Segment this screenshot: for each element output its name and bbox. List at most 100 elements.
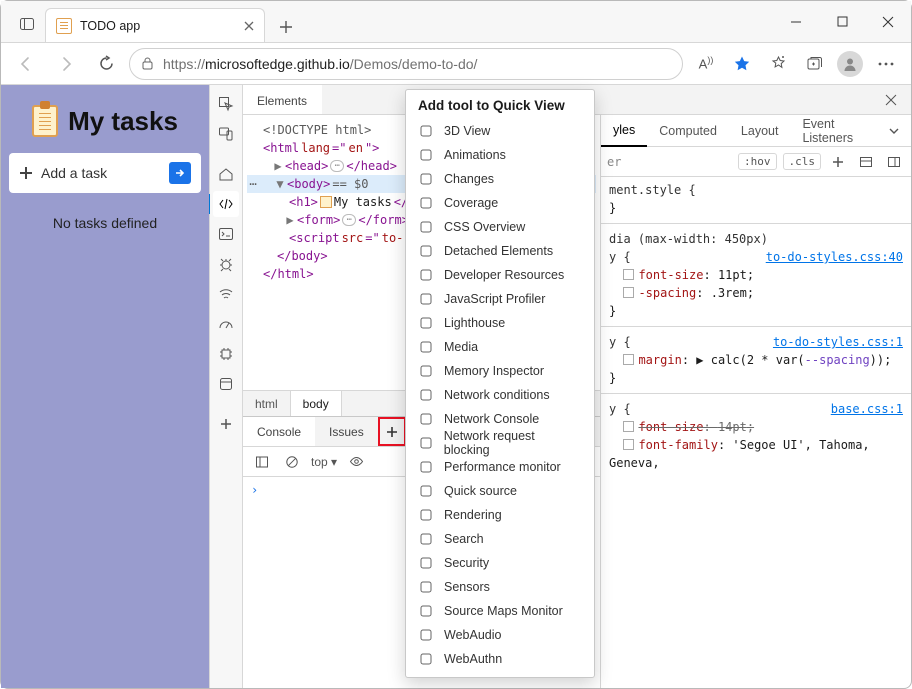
favicon-icon	[56, 18, 72, 34]
popup-item[interactable]: WebAudio	[406, 623, 594, 647]
network-tool-button[interactable]	[213, 281, 239, 307]
nav-refresh-button[interactable]	[89, 48, 123, 80]
more-tools-button[interactable]	[213, 411, 239, 437]
console-context[interactable]: top ▾	[311, 455, 337, 469]
styles-filter[interactable]: er	[607, 155, 732, 169]
popup-item[interactable]: WebAuthn	[406, 647, 594, 671]
maximize-icon	[837, 16, 848, 27]
crumb-html[interactable]: html	[243, 391, 291, 416]
minimize-icon	[790, 16, 802, 28]
sources-tool-button[interactable]	[213, 251, 239, 277]
popup-item[interactable]: Security	[406, 551, 594, 575]
browser-tab[interactable]: TODO app	[45, 8, 265, 42]
computed-toggle-button[interactable]	[855, 151, 877, 173]
address-bar[interactable]: https://microsoftedge.github.io/Demos/de…	[129, 48, 683, 80]
activity-bar	[209, 85, 243, 688]
crumb-body[interactable]: body	[291, 391, 342, 416]
performance-tool-button[interactable]	[213, 311, 239, 337]
popup-item[interactable]: Source Maps Monitor	[406, 599, 594, 623]
console-clear-button[interactable]	[281, 451, 303, 473]
popup-item-label: Memory Inspector	[444, 364, 544, 378]
tool-icon	[418, 580, 434, 594]
nav-back-button[interactable]	[9, 48, 43, 80]
styles-more-button[interactable]	[883, 151, 905, 173]
styles-tab-computed[interactable]: Computed	[647, 115, 729, 146]
drawer-tab-issues[interactable]: Issues	[315, 417, 378, 446]
inspect-element-button[interactable]	[213, 91, 239, 117]
favorites-list-button[interactable]	[761, 48, 795, 80]
clear-icon	[285, 455, 299, 469]
console-sidebar-button[interactable]	[251, 451, 273, 473]
popup-item[interactable]: Network request blocking	[406, 431, 594, 455]
styles-tab-listeners[interactable]: Event Listeners	[790, 115, 877, 146]
popup-item[interactable]: Memory Inspector	[406, 359, 594, 383]
drawer-tab-console[interactable]: Console	[243, 417, 315, 446]
live-expression-button[interactable]	[345, 451, 367, 473]
url-text: https://microsoftedge.github.io/Demos/de…	[163, 56, 477, 72]
app-icon	[218, 376, 234, 392]
eye-icon	[349, 454, 364, 469]
popup-item[interactable]: Lighthouse	[406, 311, 594, 335]
add-task-row[interactable]: Add a task	[9, 153, 201, 193]
tool-icon	[418, 196, 434, 210]
devtools-close-button[interactable]	[871, 85, 911, 114]
styles-tab-layout[interactable]: Layout	[729, 115, 791, 146]
welcome-tool-button[interactable]	[213, 161, 239, 187]
tool-icon	[418, 292, 434, 306]
tool-icon	[418, 436, 434, 450]
cls-toggle[interactable]: .cls	[783, 153, 822, 170]
popup-item[interactable]: JavaScript Profiler	[406, 287, 594, 311]
window-maximize-button[interactable]	[819, 1, 865, 42]
styles-tabs-overflow[interactable]	[877, 115, 911, 146]
popup-item[interactable]: Network Console	[406, 407, 594, 431]
popup-item[interactable]: Media	[406, 335, 594, 359]
browser-titlebar: TODO app	[1, 1, 911, 43]
popup-item[interactable]: Quick source	[406, 479, 594, 503]
collections-button[interactable]	[797, 48, 831, 80]
tool-icon	[418, 316, 434, 330]
star-icon	[733, 55, 751, 73]
submit-task-button[interactable]	[169, 162, 191, 184]
app-menu-button[interactable]	[869, 48, 903, 80]
popup-item[interactable]: Coverage	[406, 191, 594, 215]
star-plus-icon	[770, 55, 787, 72]
tab-close-button[interactable]	[244, 21, 254, 31]
popup-item[interactable]: Search	[406, 527, 594, 551]
application-tool-button[interactable]	[213, 371, 239, 397]
rule-origin-link[interactable]: to-do-styles.css:1	[773, 333, 903, 351]
tab-actions-button[interactable]	[9, 6, 45, 42]
tab-elements[interactable]: Elements	[243, 85, 322, 114]
popup-item[interactable]: CSS Overview	[406, 215, 594, 239]
rule-origin-link[interactable]: to-do-styles.css:40	[766, 248, 903, 266]
popup-item[interactable]: 3D View	[406, 119, 594, 143]
nav-forward-button[interactable]	[49, 48, 83, 80]
window-minimize-button[interactable]	[773, 1, 819, 42]
memory-tool-button[interactable]	[213, 341, 239, 367]
plus-icon	[832, 156, 844, 168]
new-rule-button[interactable]	[827, 151, 849, 173]
popup-item[interactable]: Network conditions	[406, 383, 594, 407]
popup-item[interactable]: Developer Resources	[406, 263, 594, 287]
elements-tool-button[interactable]	[213, 191, 239, 217]
new-tab-button[interactable]	[271, 12, 301, 42]
plus-icon	[19, 166, 33, 180]
hov-toggle[interactable]: :hov	[738, 153, 777, 170]
popup-item[interactable]: Animations	[406, 143, 594, 167]
popup-item[interactable]: Performance monitor	[406, 455, 594, 479]
favorite-button[interactable]	[725, 48, 759, 80]
dom-node[interactable]: <!DOCTYPE html>	[263, 121, 371, 139]
drawer-add-tool-button[interactable]	[378, 417, 406, 446]
read-aloud-button[interactable]: A))	[689, 48, 723, 80]
console-tool-button[interactable]	[213, 221, 239, 247]
profile-button[interactable]	[833, 48, 867, 80]
popup-item[interactable]: Detached Elements	[406, 239, 594, 263]
site-info-button[interactable]	[140, 56, 155, 71]
popup-item[interactable]: Rendering	[406, 503, 594, 527]
styles-tab-styles[interactable]: yles	[601, 116, 647, 147]
popup-item[interactable]: Sensors	[406, 575, 594, 599]
styles-rules[interactable]: ment.style { } dia (max-width: 450px) y …	[601, 177, 911, 688]
rule-origin-link[interactable]: base.css:1	[831, 400, 903, 418]
device-emulation-button[interactable]	[213, 121, 239, 147]
popup-item[interactable]: Changes	[406, 167, 594, 191]
window-close-button[interactable]	[865, 1, 911, 42]
